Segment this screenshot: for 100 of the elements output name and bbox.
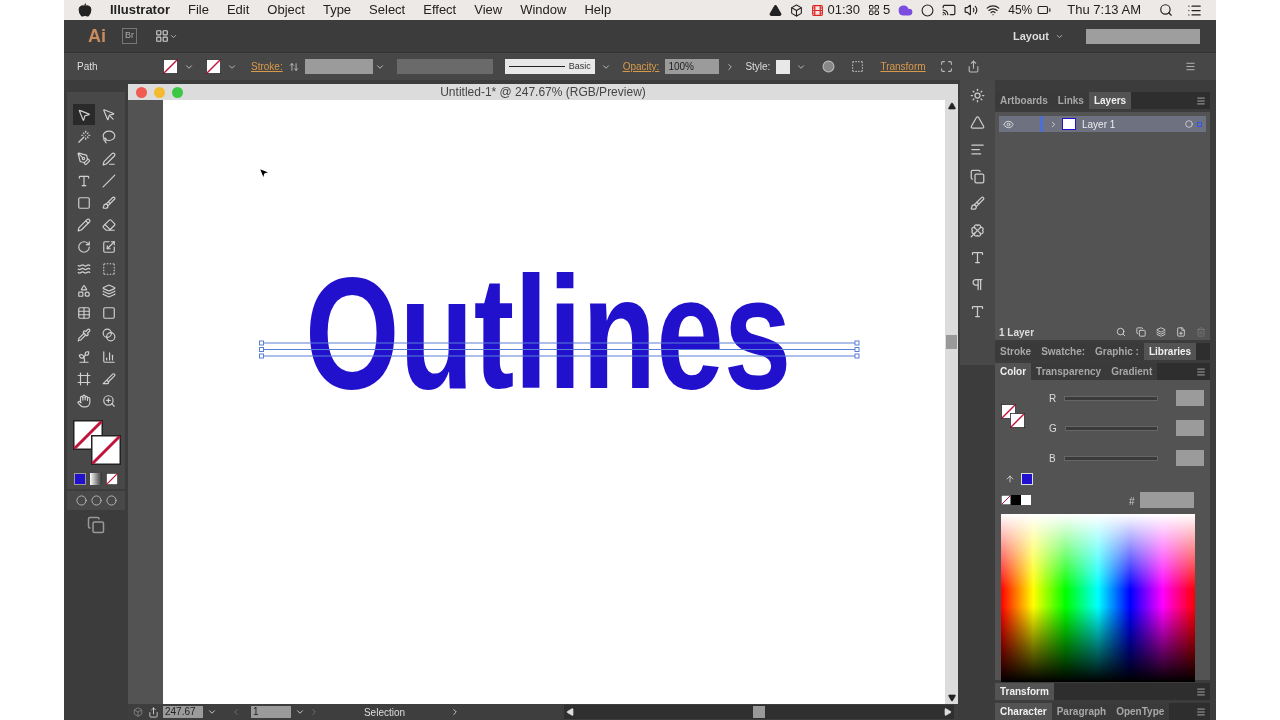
scroll-up-icon[interactable] bbox=[947, 102, 956, 110]
scroll-right-icon[interactable] bbox=[944, 708, 952, 716]
panel-tab[interactable]: Links bbox=[1052, 92, 1089, 109]
panel-tab[interactable]: Gradient bbox=[1106, 363, 1158, 380]
stroke-swatch[interactable] bbox=[206, 59, 221, 74]
sun-icon[interactable] bbox=[970, 88, 985, 103]
scroll-down-icon[interactable] bbox=[947, 694, 956, 702]
arrange-icon[interactable] bbox=[155, 29, 169, 43]
cloud-icon[interactable] bbox=[898, 2, 914, 18]
artboard-field[interactable]: 1 bbox=[251, 706, 291, 718]
panel-tab[interactable]: Color bbox=[995, 363, 1032, 380]
panel-tab[interactable]: Transparency bbox=[1031, 363, 1107, 380]
scroll-thumb[interactable] bbox=[946, 335, 957, 349]
transform-link[interactable]: Transform bbox=[880, 59, 926, 74]
new-layer-icon[interactable] bbox=[1176, 327, 1186, 337]
color-spectrum[interactable] bbox=[1001, 514, 1195, 682]
swatch[interactable] bbox=[1011, 495, 1021, 505]
channel-field[interactable] bbox=[1176, 390, 1204, 406]
variable-width-field[interactable] bbox=[396, 59, 493, 74]
menu-item[interactable]: Object bbox=[267, 0, 305, 20]
volume-icon[interactable] bbox=[964, 3, 979, 17]
panel-menu-icon[interactable] bbox=[1196, 367, 1206, 377]
triangle-icon[interactable] bbox=[970, 115, 985, 130]
stroke-swatch[interactable] bbox=[1010, 413, 1025, 428]
script-type-icon[interactable] bbox=[970, 304, 985, 319]
horizontal-scrollbar[interactable] bbox=[564, 705, 954, 719]
channel-slider[interactable] bbox=[1064, 455, 1158, 461]
menu-item[interactable]: View bbox=[474, 0, 503, 20]
panel-tab[interactable]: Layers bbox=[1088, 92, 1132, 109]
dropdown-icon[interactable] bbox=[295, 707, 305, 717]
visibility-icon[interactable] bbox=[1003, 118, 1014, 130]
opacity-link[interactable]: Opacity: bbox=[622, 59, 660, 74]
recording-icon[interactable] bbox=[811, 3, 825, 17]
hex-field[interactable] bbox=[1140, 492, 1194, 508]
workspace-button[interactable]: Layout bbox=[1012, 27, 1049, 45]
menu-item[interactable]: Help bbox=[584, 0, 612, 20]
color-swatch[interactable] bbox=[74, 473, 86, 485]
panel-tab[interactable]: Swatche: bbox=[1036, 343, 1091, 360]
pilcrow-icon[interactable] bbox=[970, 277, 985, 292]
none-swatch[interactable] bbox=[106, 473, 118, 485]
wifi-icon[interactable] bbox=[986, 3, 1001, 17]
sublayer-icon[interactable] bbox=[1156, 327, 1166, 337]
last-color-swatch[interactable] bbox=[1021, 473, 1033, 485]
menu-item[interactable]: Type bbox=[322, 0, 352, 20]
panel-tab[interactable]: OpenType bbox=[1111, 703, 1170, 720]
panel-menu-icon[interactable] bbox=[1185, 61, 1196, 72]
panel-tab[interactable]: Graphic : bbox=[1090, 343, 1144, 360]
stroke-link[interactable]: Stroke: bbox=[251, 59, 283, 74]
panel-tab[interactable]: Paragraph bbox=[1051, 703, 1112, 720]
scroll-left-icon[interactable] bbox=[566, 708, 574, 716]
notifications-icon[interactable] bbox=[1187, 2, 1202, 18]
scroll-thumb[interactable] bbox=[753, 706, 765, 718]
export-icon[interactable] bbox=[966, 60, 980, 73]
export-icon[interactable] bbox=[148, 706, 159, 718]
apple-icon[interactable] bbox=[78, 3, 92, 17]
menu-item[interactable]: File bbox=[187, 0, 209, 20]
panel-tab[interactable]: Artboards bbox=[995, 92, 1053, 109]
gradient-swatch[interactable] bbox=[90, 473, 102, 485]
menu-item[interactable]: Window bbox=[520, 0, 567, 20]
tool-button[interactable] bbox=[73, 104, 95, 125]
channel-field[interactable] bbox=[1176, 450, 1204, 466]
vertical-scrollbar[interactable] bbox=[945, 100, 958, 704]
target-icon[interactable] bbox=[1185, 120, 1193, 128]
search-icon[interactable] bbox=[1159, 3, 1173, 17]
search-field[interactable] bbox=[1086, 28, 1200, 44]
dropdown-icon[interactable] bbox=[207, 707, 217, 717]
panel-menu-icon[interactable] bbox=[1196, 687, 1206, 697]
stroke-weight-field[interactable] bbox=[304, 59, 373, 74]
fill-swatch[interactable] bbox=[163, 59, 178, 74]
fill-swatch[interactable] bbox=[1001, 404, 1016, 419]
channel-field[interactable] bbox=[1176, 420, 1204, 436]
menu-item[interactable]: Effect bbox=[423, 0, 457, 20]
drive-icon[interactable] bbox=[769, 3, 783, 17]
type-icon[interactable] bbox=[970, 250, 985, 265]
bridge-button[interactable]: Br bbox=[122, 28, 137, 44]
panel-menu-icon[interactable] bbox=[1196, 707, 1206, 717]
panel-menu-icon[interactable] bbox=[1196, 96, 1206, 106]
airplay-icon[interactable] bbox=[942, 3, 957, 17]
channel-slider[interactable] bbox=[1064, 425, 1159, 431]
search-icon[interactable] bbox=[1116, 327, 1126, 337]
opacity-field[interactable]: 100% bbox=[665, 59, 720, 74]
app-menu[interactable]: Illustrator bbox=[110, 0, 170, 20]
club-icon[interactable] bbox=[970, 223, 985, 238]
status-icon[interactable] bbox=[132, 707, 144, 717]
channel-slider[interactable] bbox=[1064, 395, 1158, 401]
panel-tab[interactable]: Transform bbox=[995, 683, 1054, 700]
stroke-swatch[interactable] bbox=[91, 435, 121, 465]
style-swatch[interactable] bbox=[776, 59, 791, 74]
brush-icon[interactable] bbox=[970, 196, 985, 211]
panel-tab[interactable]: Libraries bbox=[1143, 343, 1197, 360]
brush-field[interactable]: Basic bbox=[504, 59, 595, 74]
none-swatch[interactable] bbox=[1001, 495, 1011, 505]
expand-icon[interactable] bbox=[1049, 119, 1058, 129]
zoom-field[interactable]: 247.67 bbox=[163, 706, 203, 718]
layer-row[interactable]: Layer 1 bbox=[999, 116, 1206, 132]
panel-tab[interactable]: Stroke bbox=[995, 343, 1037, 360]
panel-tab[interactable]: Character bbox=[995, 703, 1052, 720]
menu-item[interactable]: Edit bbox=[226, 0, 250, 20]
swatch[interactable] bbox=[1021, 495, 1031, 505]
menu-item[interactable]: Select bbox=[369, 0, 406, 20]
